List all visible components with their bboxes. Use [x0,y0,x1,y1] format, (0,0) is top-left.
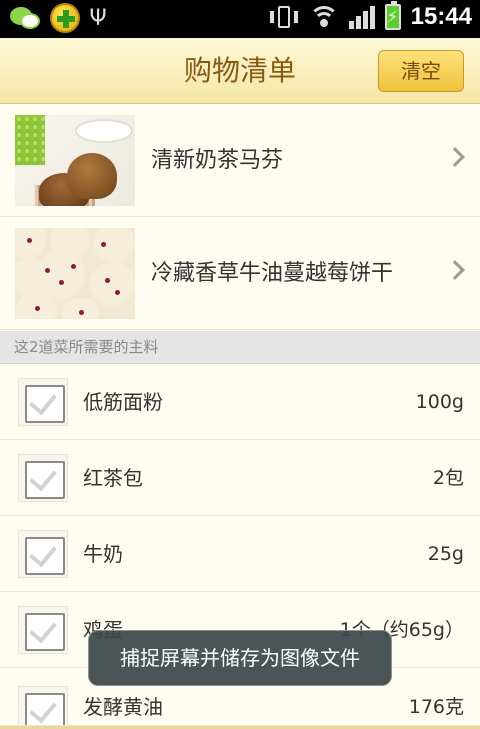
ingredient-amount: 25g [427,543,464,565]
cookie-photo [15,228,135,319]
checkbox[interactable] [18,378,68,426]
chevron-right-icon [445,147,465,167]
signal-icon [348,5,375,29]
ingredient-row[interactable]: 牛奶 25g [0,516,480,592]
usb-icon: Ψ [89,5,107,31]
ingredient-amount: 100g [415,391,464,413]
ingredient-amount: 2包 [432,467,464,489]
wifi-icon [308,4,339,30]
recipe-name: 冷藏香草牛油蔓越莓饼干 [151,261,394,286]
section-header: 这2道菜所需要的主料 [0,331,480,364]
checkbox[interactable] [18,454,68,502]
ingredient-name: 红茶包 [83,466,143,490]
chevron-right-icon [445,260,465,280]
toast-message: 捕捉屏幕并储存为图像文件 [88,630,392,686]
ingredient-row[interactable]: 红茶包 2包 [0,440,480,516]
muffin-photo [15,115,135,206]
plus-icon [50,3,80,33]
section-label: 这2道菜所需要的主料 [14,338,159,356]
checkbox[interactable] [18,686,68,725]
vibrate-icon [269,4,299,30]
status-bar: Ψ ⚡ 15:44 [0,0,480,38]
recipe-item[interactable]: 冷藏香草牛油蔓越莓饼干 [0,217,480,330]
ingredient-row[interactable]: 低筋面粉 100g [0,364,480,440]
title-bar: 购物清单 清空 [0,38,480,104]
wechat-icon [8,3,44,33]
checkbox[interactable] [18,606,68,654]
ingredient-name: 牛奶 [83,542,123,566]
recipe-item[interactable]: 清新奶茶马芬 [0,104,480,217]
ingredient-amount: 176克 [408,696,464,718]
recipe-name: 清新奶茶马芬 [151,148,284,173]
status-time: 15:44 [410,3,472,30]
battery-charging-icon: ⚡ [384,1,401,30]
checkbox[interactable] [18,530,68,578]
ingredient-name: 低筋面粉 [83,390,163,414]
clear-button[interactable]: 清空 [378,50,464,92]
